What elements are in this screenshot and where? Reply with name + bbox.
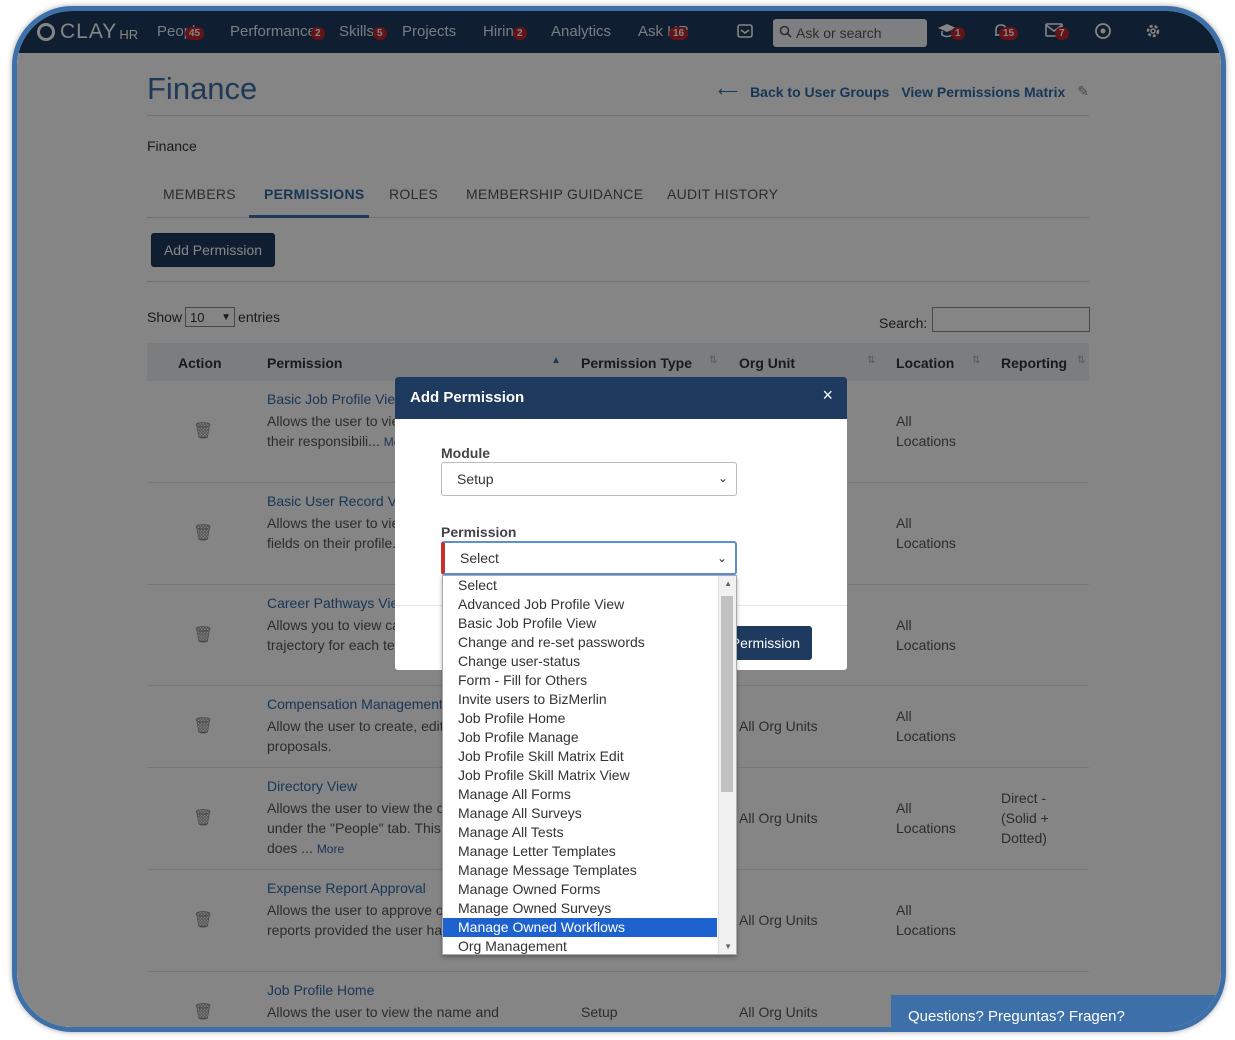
module-select[interactable]: Setup ⌄ [441,462,737,496]
screenshot-frame: CLAY HR People 45 Performance 2 Skills 5… [12,6,1226,1032]
option-item[interactable]: Manage Owned Surveys [443,899,717,918]
close-icon[interactable]: × [822,385,833,406]
option-item[interactable]: Manage Owned Forms [443,880,717,899]
app-screen: CLAY HR People 45 Performance 2 Skills 5… [17,11,1221,1027]
option-item[interactable]: Job Profile Home [443,709,717,728]
option-item[interactable]: Job Profile Skill Matrix View [443,766,717,785]
option-item[interactable]: Select [443,576,717,595]
option-item[interactable]: Job Profile Skill Matrix Edit [443,747,717,766]
scrollbar-thumb[interactable] [721,596,733,792]
option-item[interactable]: Change user-status [443,652,717,671]
permission-select[interactable]: Select ⌄ [441,541,737,575]
option-item[interactable]: Invite users to BizMerlin [443,690,717,709]
option-item[interactable]: Form - Fill for Others [443,671,717,690]
chevron-down-icon: ⌄ [716,551,727,565]
option-item[interactable]: Basic Job Profile View [443,614,717,633]
option-item[interactable]: Manage All Tests [443,823,717,842]
option-item[interactable]: Change and re-set passwords [443,633,717,652]
option-item[interactable]: Manage All Forms [443,785,717,804]
option-item[interactable]: Manage All Surveys [443,804,717,823]
permission-label: Permission [441,524,517,540]
module-label: Module [441,445,490,461]
option-item[interactable]: Org Management [443,937,717,954]
scroll-up-icon[interactable]: ▲ [724,579,732,588]
module-value: Setup [457,471,494,487]
option-item-highlighted[interactable]: Manage Owned Workflows [443,918,717,937]
modal-header: Add Permission × [395,377,847,419]
scrollbar[interactable]: ▲ ▼ [718,576,736,954]
option-item[interactable]: Job Profile Manage [443,728,717,747]
chevron-down-icon: ⌄ [717,471,728,485]
option-item[interactable]: Advanced Job Profile View [443,595,717,614]
scroll-down-icon[interactable]: ▼ [724,942,732,951]
permission-options-list[interactable]: Select Advanced Job Profile View Basic J… [442,575,737,955]
modal-title: Add Permission [410,389,525,406]
option-item[interactable]: Manage Letter Templates [443,842,717,861]
permission-value: Select [460,550,499,566]
chat-widget-button[interactable]: Questions? Preguntas? Fragen? [891,995,1221,1027]
option-item[interactable]: Manage Message Templates [443,861,717,880]
